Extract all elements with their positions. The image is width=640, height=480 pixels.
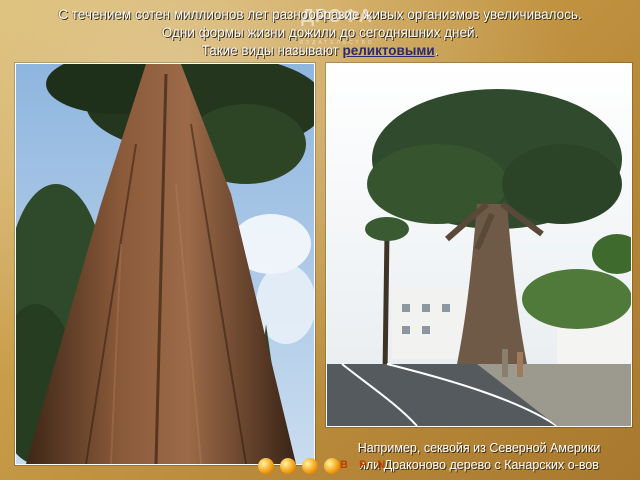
header-line-3: Такие виды называют реликтовыми. (0, 42, 640, 60)
logo-text: В Р N (340, 459, 390, 471)
header-line-2: Одни формы жизни дожили до сегодняшних д… (161, 25, 479, 40)
logo-ball-icon (302, 458, 318, 474)
sequoia-tree-photo (15, 63, 315, 465)
header-line-3-prefix: Такие виды называют (201, 43, 343, 58)
relict-term: реликтовыми (342, 43, 435, 58)
logo-ball-icon (280, 458, 296, 474)
dragon-tree-photo (326, 63, 632, 427)
sequoia-illustration (16, 64, 314, 464)
dragon-tree-illustration (327, 64, 631, 426)
header-line-1: С течением сотен миллионов лет разнообра… (58, 7, 582, 22)
header-line-3-suffix: . (434, 43, 439, 58)
logo-ball-icon (258, 458, 274, 474)
slide-header: С течением сотен миллионов лет разнообра… (0, 0, 640, 62)
publisher-logo: В Р N (258, 455, 398, 477)
logo-ball-icon (324, 458, 340, 474)
slide: С течением сотен миллионов лет разнообра… (0, 0, 640, 480)
